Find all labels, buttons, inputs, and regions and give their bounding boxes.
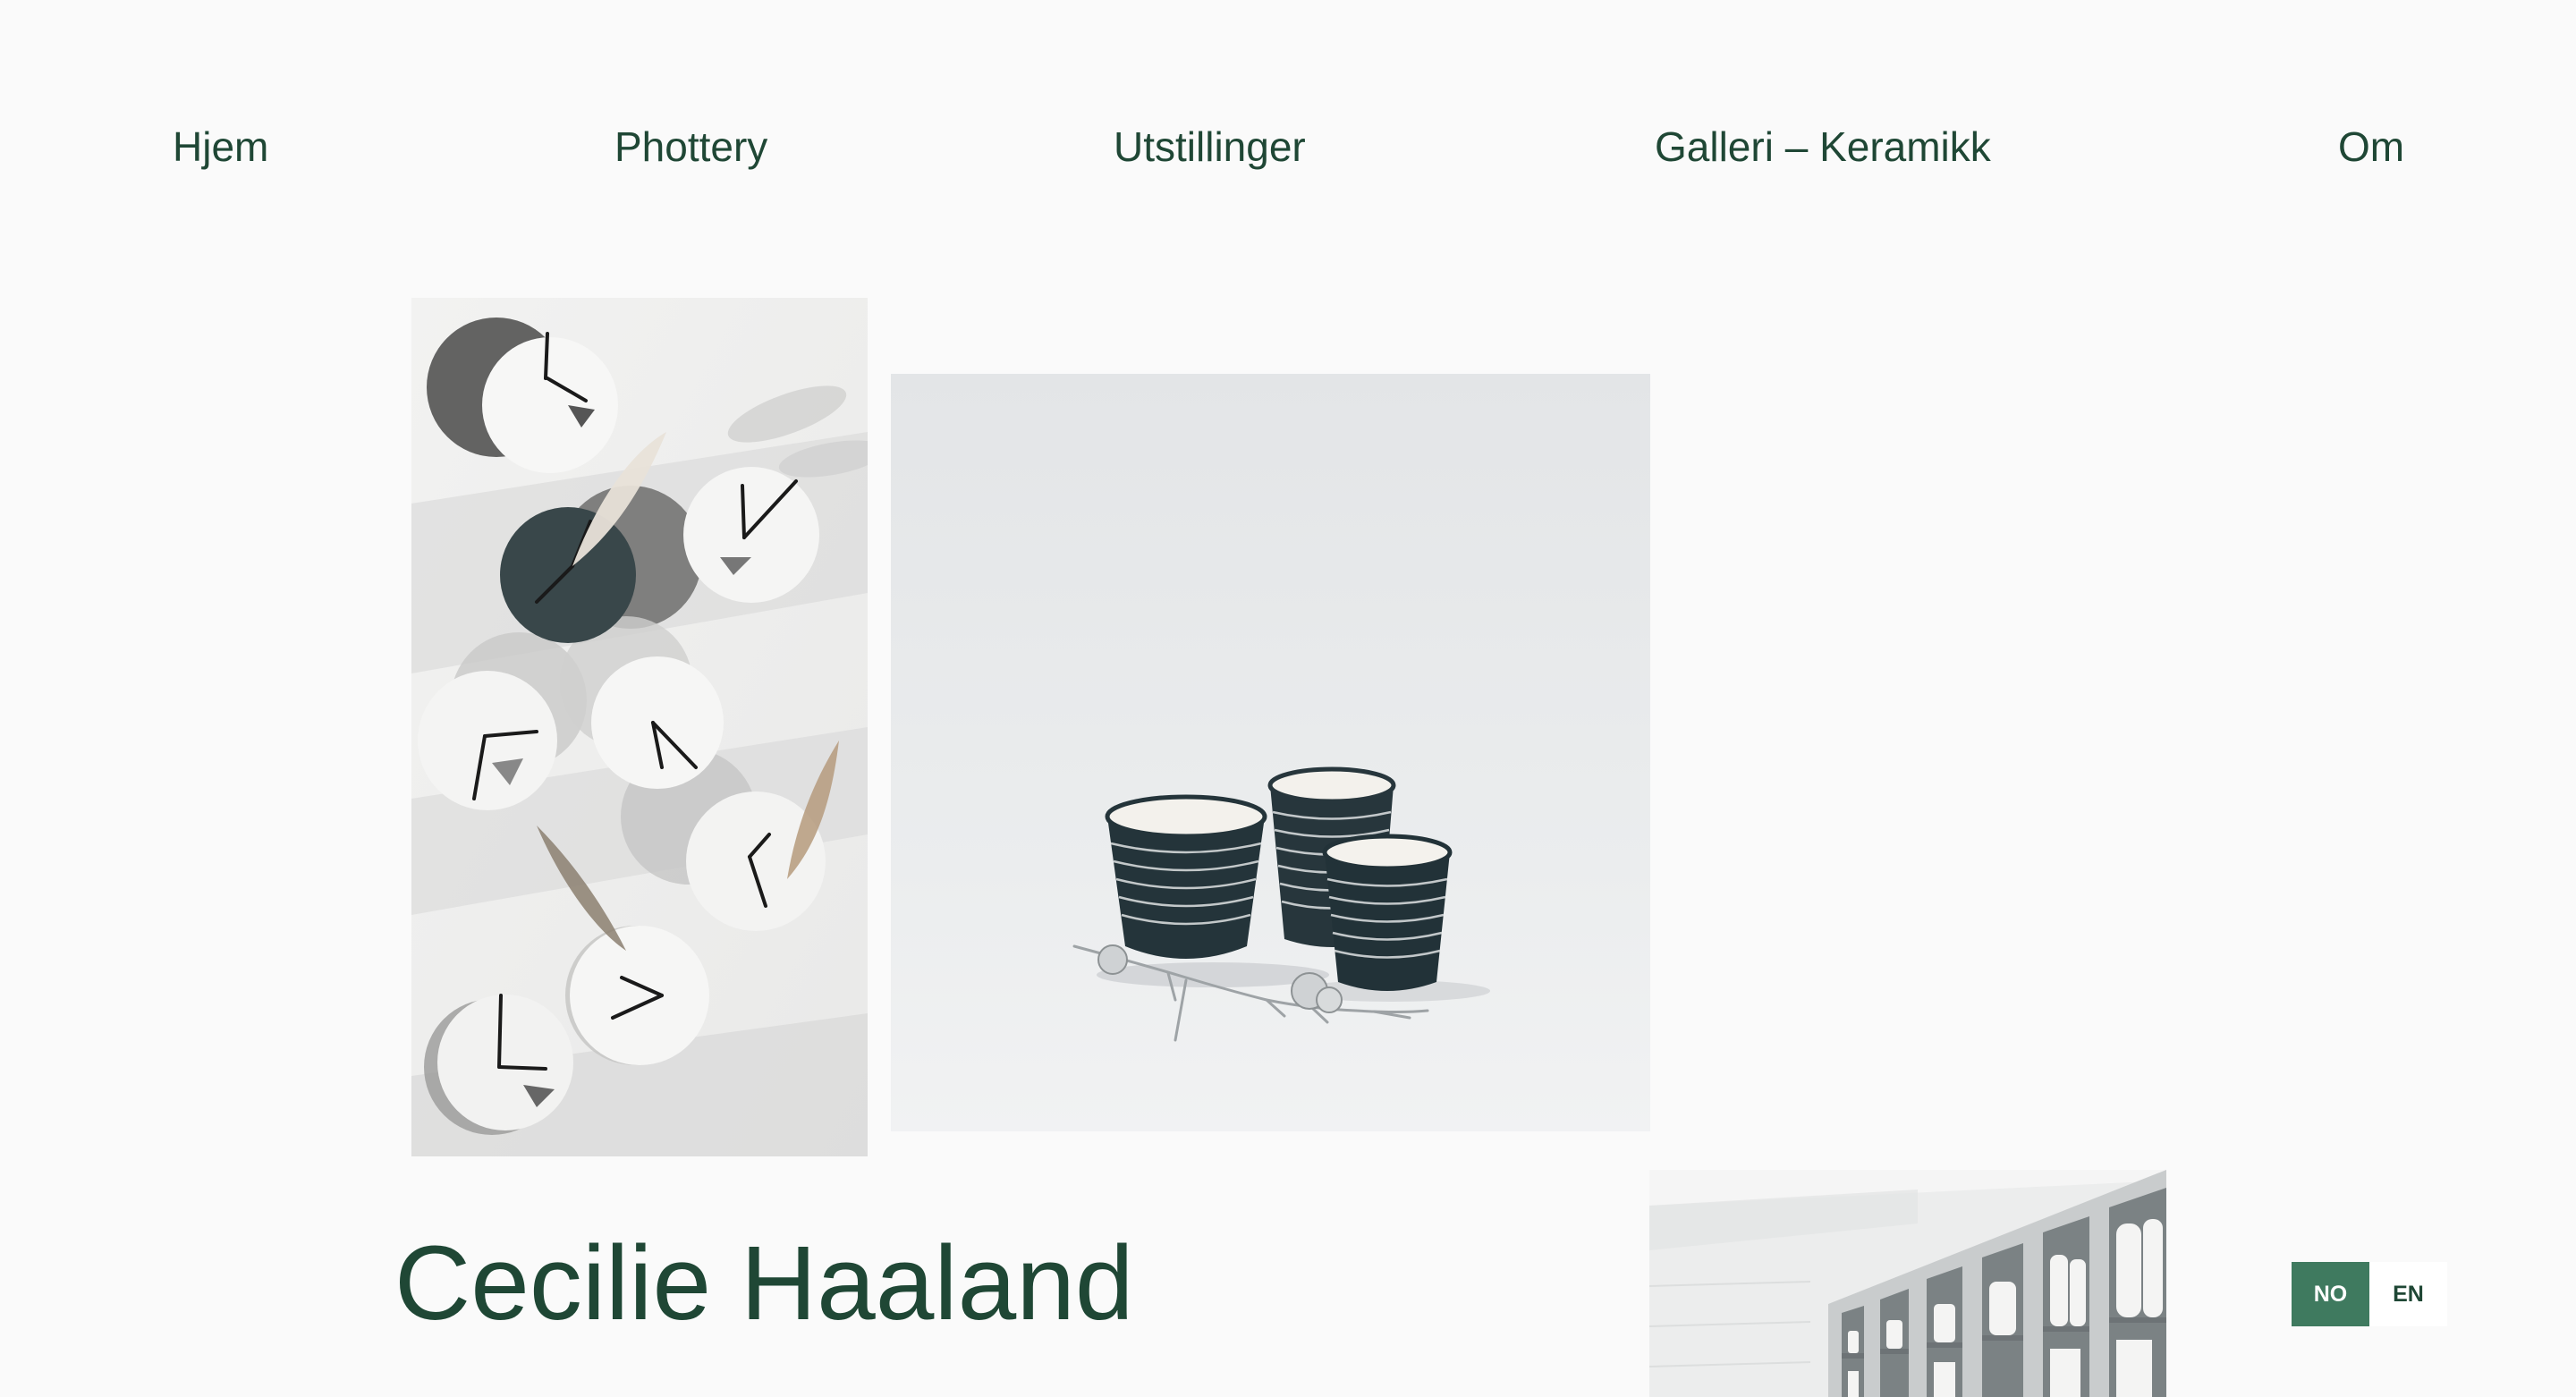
nav-link-about[interactable]: Om (2338, 120, 2404, 174)
shelves-illustration (1649, 1170, 2166, 1397)
clocks-photo[interactable] (411, 298, 868, 1156)
main-navigation: Hjem Phottery Utstillinger Galleri – Ker… (0, 0, 2576, 295)
language-option-en[interactable]: EN (2369, 1262, 2447, 1326)
nav-link-gallery-ceramics[interactable]: Galleri – Keramikk (1655, 120, 1991, 174)
nav-link-home[interactable]: Hjem (173, 120, 268, 174)
shelves-photo[interactable] (1649, 1170, 2166, 1397)
language-switcher: NO EN (2292, 1262, 2447, 1326)
nav-link-phottery[interactable]: Phottery (614, 120, 767, 174)
cups-illustration (891, 374, 1650, 1131)
cups-photo[interactable] (891, 374, 1650, 1131)
nav-link-exhibitions[interactable]: Utstillinger (1114, 120, 1306, 174)
language-option-no[interactable]: NO (2292, 1262, 2369, 1326)
artist-name-heading: Cecilie Haaland (394, 1224, 1134, 1342)
clocks-illustration (411, 298, 868, 1156)
